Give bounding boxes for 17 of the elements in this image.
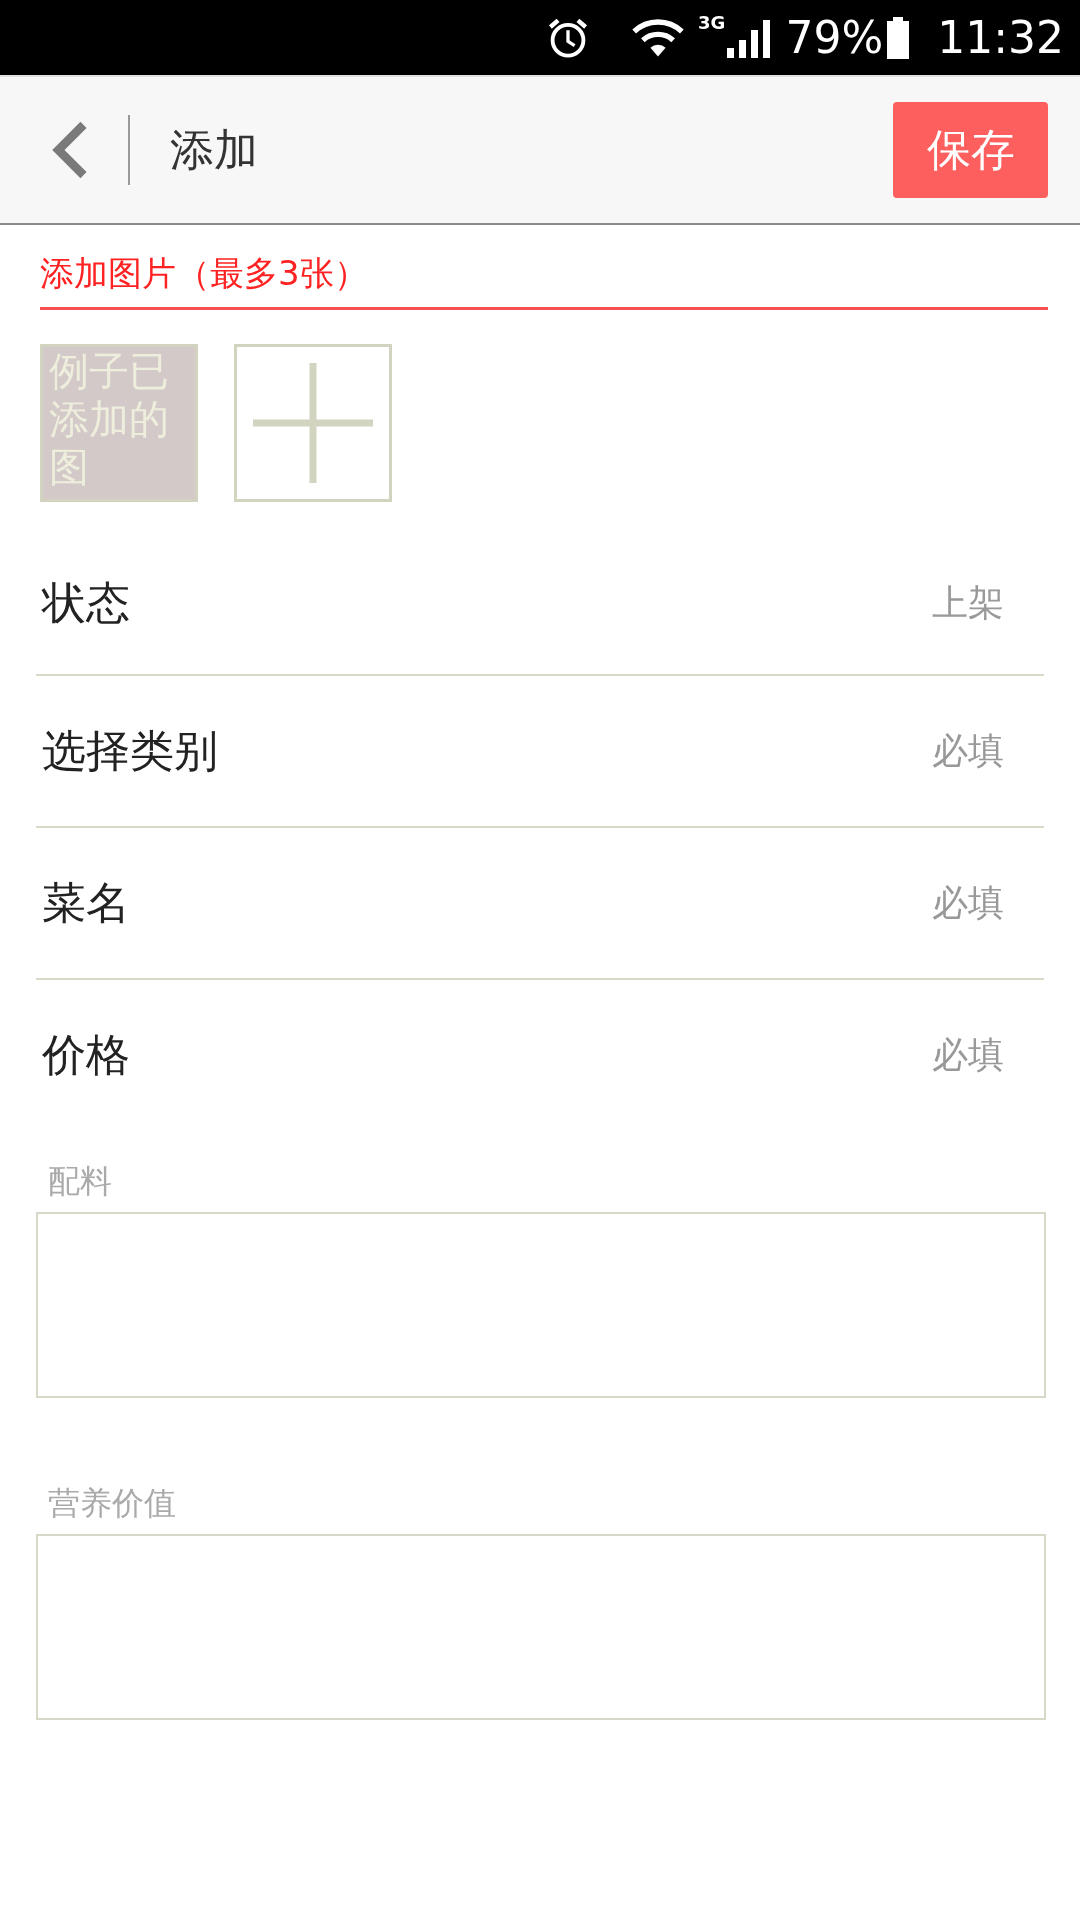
battery-icon xyxy=(887,16,910,59)
form-row[interactable]: 状态 上架 xyxy=(36,502,1044,676)
signal-icon xyxy=(727,17,772,58)
battery-percent: 79% xyxy=(785,12,884,63)
form-row[interactable]: 价格 必填 xyxy=(36,980,1044,1130)
form-row[interactable]: 菜名 必填 xyxy=(36,828,1044,980)
network-type-label: 3G xyxy=(698,12,726,33)
text-area[interactable] xyxy=(36,1212,1046,1398)
wifi-icon xyxy=(632,17,685,58)
text-area[interactable] xyxy=(36,1534,1046,1720)
section-title: 添加图片（最多3张） xyxy=(40,251,1048,310)
add-image-button[interactable] xyxy=(234,344,392,502)
clock-time: 11:32 xyxy=(937,12,1064,63)
field-label: 营养价值 xyxy=(47,1483,177,1524)
field-label: 配料 xyxy=(47,1161,113,1202)
page-title: 添加 xyxy=(170,122,259,177)
form-row[interactable]: 选择类别 必填 xyxy=(36,676,1044,828)
